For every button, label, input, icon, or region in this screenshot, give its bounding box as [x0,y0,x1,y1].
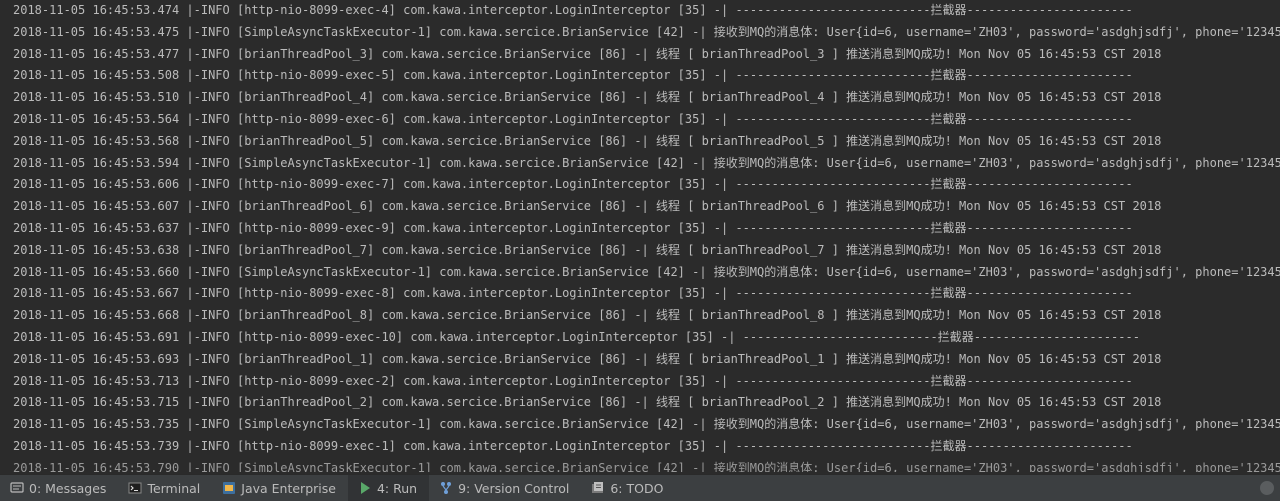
log-line: 2018-11-05 16:45:53.660 |-INFO [SimpleAs… [13,264,1280,279]
version-control-icon [441,482,452,494]
log-line-partial: 2018-11-05 16:45:53.790 |-INFO [SimpleAs… [13,460,1280,472]
tool-window-bar: 0: Messages Terminal Java Enterprise 4: … [0,474,1280,501]
log-line: 2018-11-05 16:45:53.693 |-INFO [brianThr… [13,351,1162,366]
log-line: 2018-11-05 16:45:53.638 |-INFO [brianThr… [13,242,1162,257]
run-console-output[interactable]: 2018-11-05 16:45:53.474 |-INFO [http-nio… [0,0,1280,472]
log-line: 2018-11-05 16:45:53.568 |-INFO [brianThr… [13,133,1162,148]
log-line: 2018-11-05 16:45:53.477 |-INFO [brianThr… [13,46,1162,61]
log-line: 2018-11-05 16:45:53.735 |-INFO [SimpleAs… [13,417,1280,432]
run-icon [360,482,370,494]
tab-terminal[interactable]: Terminal [118,475,212,501]
todo-icon [592,482,604,493]
tab-run[interactable]: 4: Run [347,475,430,501]
tab-messages[interactable]: 0: Messages [0,475,118,501]
log-line: 2018-11-05 16:45:53.475 |-INFO [SimpleAs… [13,24,1280,39]
tab-todo-label: 6: TODO [610,480,664,496]
log-line: 2018-11-05 16:45:53.715 |-INFO [brianThr… [13,395,1162,410]
log-line: 2018-11-05 16:45:53.564 |-INFO [http-nio… [13,111,1133,126]
tab-terminal-label: Terminal [147,480,201,496]
tab-messages-label: 0: Messages [29,480,107,496]
log-line: 2018-11-05 16:45:53.668 |-INFO [brianThr… [13,308,1162,323]
log-line: 2018-11-05 16:45:53.667 |-INFO [http-nio… [13,286,1133,301]
log-line: 2018-11-05 16:45:53.607 |-INFO [brianThr… [13,199,1162,214]
log-line: 2018-11-05 16:45:53.594 |-INFO [SimpleAs… [13,155,1280,170]
tab-java-enterprise[interactable]: Java Enterprise [212,475,348,501]
tab-todo[interactable]: 6: TODO [581,475,675,501]
terminal-icon [128,482,142,494]
log-line: 2018-11-05 16:45:53.474 |-INFO [http-nio… [13,3,1133,17]
tab-java-enterprise-label: Java Enterprise [241,480,336,496]
tab-run-label: 4: Run [376,480,418,496]
tab-version-control[interactable]: 9: Version Control [429,475,581,501]
log-line: 2018-11-05 16:45:53.508 |-INFO [http-nio… [13,68,1133,83]
log-line: 2018-11-05 16:45:53.739 |-INFO [http-nio… [13,438,1133,453]
messages-icon [10,482,24,493]
log-line: 2018-11-05 16:45:53.713 |-INFO [http-nio… [13,373,1133,388]
log-line: 2018-11-05 16:45:53.691 |-INFO [http-nio… [13,329,1140,344]
log-line: 2018-11-05 16:45:53.606 |-INFO [http-nio… [13,177,1133,192]
log-line: 2018-11-05 16:45:53.510 |-INFO [brianThr… [13,90,1162,105]
tab-version-control-label: 9: Version Control [458,480,570,496]
log-line: 2018-11-05 16:45:53.637 |-INFO [http-nio… [13,220,1133,235]
java-enterprise-icon [223,482,236,494]
event-log-icon[interactable] [1260,481,1274,495]
